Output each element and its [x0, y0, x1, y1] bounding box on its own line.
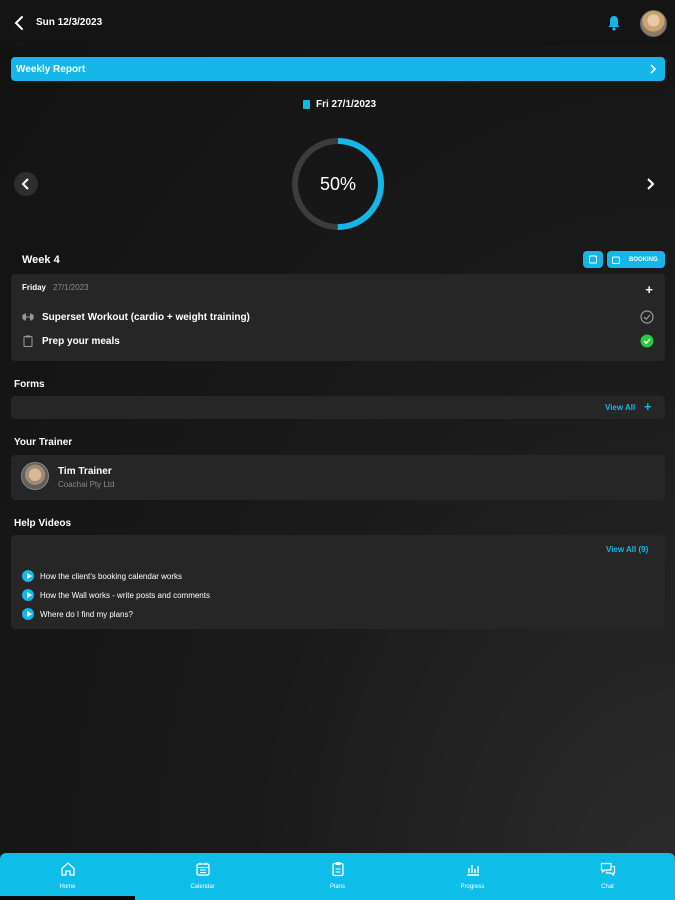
- forms-card: View All +: [11, 396, 665, 419]
- week-toggle-button[interactable]: [583, 251, 603, 268]
- trainer-card[interactable]: Tim Trainer Coachai Pty Ltd: [11, 455, 665, 500]
- chevron-left-icon: [21, 178, 29, 190]
- chevron-right-icon: [650, 64, 657, 74]
- task-item[interactable]: Superset Workout (cardio + weight traini…: [22, 310, 654, 324]
- task-label: Superset Workout (cardio + weight traini…: [42, 311, 250, 323]
- nav-home[interactable]: Home: [0, 853, 135, 900]
- booking-button[interactable]: BOOKING: [607, 251, 665, 268]
- play-icon: [22, 608, 34, 620]
- help-video-title: How the Wall works - write posts and com…: [40, 590, 210, 600]
- next-day-button[interactable]: [638, 172, 662, 196]
- dumbbell-icon: [22, 313, 34, 321]
- help-video-item[interactable]: How the client's booking calendar works: [22, 570, 182, 582]
- calendar-small-icon: [303, 99, 310, 109]
- progress-date-label: Fri 27/1/2023: [316, 98, 377, 110]
- chat-icon: [600, 862, 615, 877]
- add-task-button[interactable]: +: [645, 282, 653, 297]
- day-header: Friday 27/1/2023: [22, 283, 89, 292]
- nav-plans-label: Plans: [329, 884, 345, 890]
- nav-progress-label: Progress: [460, 884, 485, 890]
- nav-plans[interactable]: Plans: [270, 853, 405, 900]
- help-video-item[interactable]: Where do I find my plans?: [22, 608, 133, 620]
- trainer-avatar: [21, 462, 49, 490]
- day-date: 27/1/2023: [53, 283, 89, 292]
- forms-title: Forms: [14, 379, 45, 390]
- bell-icon[interactable]: [607, 15, 621, 31]
- help-video-title: Where do I find my plans?: [40, 609, 133, 619]
- task-label: Prep your meals: [42, 335, 120, 347]
- task-completed-check-icon[interactable]: [640, 334, 654, 348]
- help-video-item[interactable]: How the Wall works - write posts and com…: [22, 589, 210, 601]
- add-form-button[interactable]: +: [644, 399, 652, 414]
- trainer-company: Coachai Pty Ltd: [58, 480, 115, 489]
- progress-percent: 50%: [319, 173, 357, 194]
- play-icon: [22, 589, 34, 601]
- nav-calendar[interactable]: Calendar: [135, 853, 270, 900]
- task-item[interactable]: Prep your meals: [22, 334, 654, 348]
- header-date: Sun 12/3/2023: [36, 17, 103, 28]
- clipboard-icon: [331, 862, 344, 877]
- nav-chat[interactable]: Chat: [540, 853, 675, 900]
- day-name: Friday: [22, 283, 47, 292]
- help-videos-title: Help Videos: [14, 518, 72, 529]
- task-incomplete-check-icon[interactable]: [640, 310, 654, 324]
- calendar-icon: [612, 256, 620, 264]
- help-view-all-link[interactable]: View All (9): [606, 545, 648, 554]
- help-videos-card: View All (9) How the client's booking ca…: [11, 535, 665, 629]
- nav-home-label: Home: [59, 884, 76, 890]
- play-icon: [22, 570, 34, 582]
- home-icon: [60, 862, 75, 876]
- previous-day-button[interactable]: [14, 172, 38, 196]
- nav-calendar-label: Calendar: [190, 884, 215, 890]
- top-bar: Sun 12/3/2023: [0, 0, 675, 46]
- home-indicator: [0, 896, 135, 900]
- progress-date: Fri 27/1/2023: [303, 98, 376, 110]
- week-title: Week 4: [22, 254, 60, 266]
- weekly-report-button[interactable]: Weekly Report: [11, 57, 665, 81]
- booking-label: BOOKING: [629, 256, 658, 263]
- back-arrow-icon[interactable]: [12, 14, 28, 32]
- forms-view-all-link[interactable]: View All: [605, 403, 635, 412]
- grid-icon: [589, 255, 597, 264]
- nav-chat-label: Chat: [601, 884, 614, 890]
- weekly-report-label: Weekly Report: [16, 64, 86, 75]
- help-video-title: How the client's booking calendar works: [40, 571, 183, 581]
- user-avatar[interactable]: [640, 10, 667, 37]
- chevron-right-icon: [647, 178, 655, 190]
- nav-progress[interactable]: Progress: [405, 853, 540, 900]
- bottom-navigation: Home Calendar Plans Progress Chat: [0, 853, 675, 900]
- day-card: Friday 27/1/2023 + Superset Workout (card…: [11, 274, 665, 361]
- calendar-icon: [195, 862, 210, 876]
- bar-chart-icon: [466, 865, 479, 876]
- trainer-title: Your Trainer: [14, 437, 73, 448]
- clipboard-icon: [23, 335, 33, 347]
- trainer-name: Tim Trainer: [58, 466, 112, 477]
